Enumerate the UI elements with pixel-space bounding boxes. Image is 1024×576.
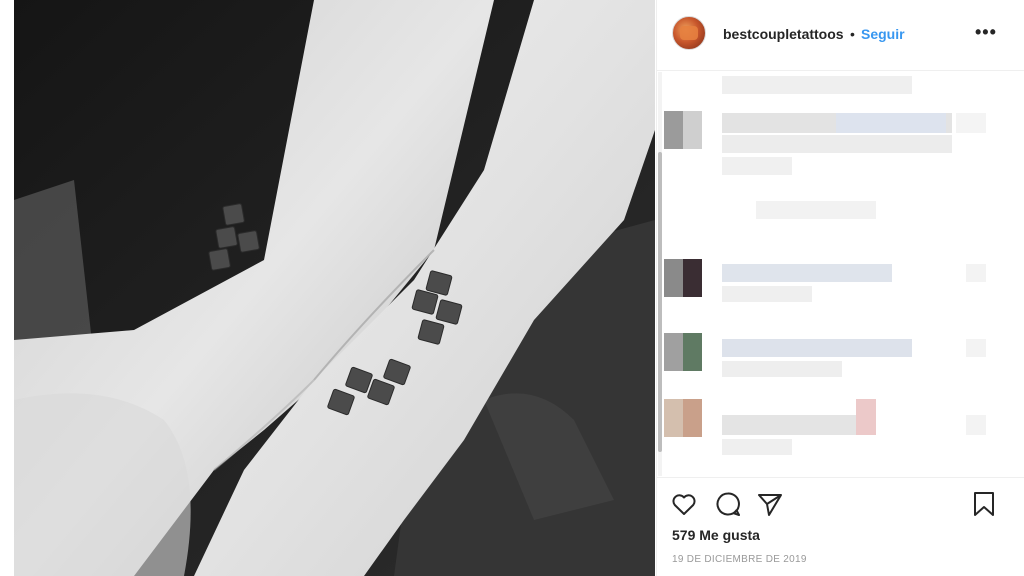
post-actions [656,484,1024,524]
blurred-comment [836,113,946,133]
comment-icon[interactable] [714,490,742,518]
blurred-avatar [664,399,702,437]
comments-list-blurred [656,71,1024,476]
blurred-comment [856,399,876,435]
post-photo [14,0,655,576]
blurred-comment [722,439,792,455]
post-date[interactable]: 19 DE DICIEMBRE DE 2019 [672,554,807,565]
blurred-avatar [664,333,702,371]
separator-dot: • [850,26,855,42]
blurred-avatar [664,259,702,297]
avatar-image [680,26,698,40]
ellipsis-icon[interactable]: ••• [975,22,997,43]
heart-icon[interactable] [670,490,698,518]
blurred-comment [722,361,842,377]
actions-divider [656,477,1024,478]
post-header: bestcoupletattoos • Seguir ••• [656,0,1024,71]
blurred-comment [756,201,876,219]
blurred-comment [722,264,892,282]
like-count[interactable]: 579 Me gusta [672,527,760,543]
blurred-comment [722,157,792,175]
blurred-comment [722,415,862,435]
blurred-comment [966,415,986,435]
paper-plane-icon[interactable] [756,490,784,518]
blurred-comment [966,339,986,357]
blurred-comment [722,286,812,302]
blurred-comment [722,339,912,357]
post-side-panel: bestcoupletattoos • Seguir ••• 579 Me gu… [656,0,1024,576]
bookmark-icon[interactable] [970,490,998,518]
blurred-comment [722,76,912,94]
username-link[interactable]: bestcoupletattoos [723,26,844,42]
blurred-comment [966,264,986,282]
follow-button[interactable]: Seguir [861,26,905,42]
blurred-avatar [664,111,702,149]
tattoo-photo-illustration [14,0,655,576]
blurred-comment [956,113,986,133]
avatar[interactable] [672,16,706,50]
blurred-comment [722,135,952,153]
